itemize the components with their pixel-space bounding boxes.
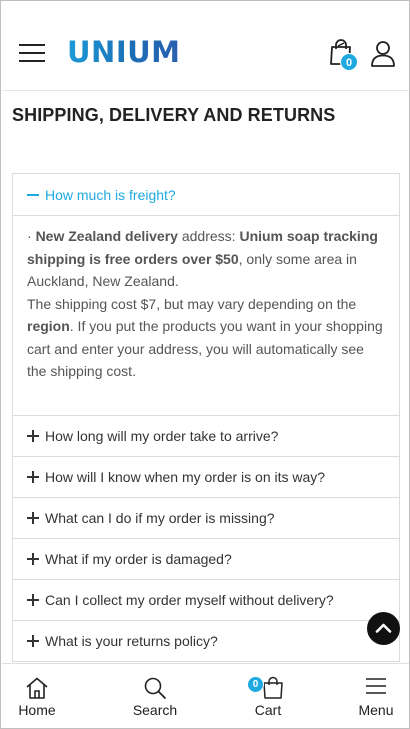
chevron-up-icon — [375, 623, 392, 633]
logo[interactable]: UNIUM — [67, 35, 181, 69]
faq-item: How will I know when my order is on its … — [13, 457, 399, 498]
nav-home[interactable]: Home — [1, 664, 77, 728]
header-cart-button[interactable]: 0 — [328, 38, 358, 71]
faq-item-open: How much is freight? · New Zealand deliv… — [13, 174, 399, 416]
nav-menu-label: Menu — [358, 702, 394, 718]
account-button[interactable] — [370, 40, 396, 67]
faq-question-arrival[interactable]: How long will my order take to arrive? — [13, 416, 399, 456]
plus-icon — [27, 429, 39, 442]
user-icon — [371, 41, 395, 67]
back-to-top-button[interactable] — [367, 612, 400, 645]
faq-question-collect[interactable]: Can I collect my order myself without de… — [13, 580, 399, 620]
faq-question-label: What is your returns policy? — [45, 632, 218, 649]
faq-question-damaged[interactable]: What if my order is damaged? — [13, 539, 399, 579]
faq-question-tracking[interactable]: How will I know when my order is on its … — [13, 457, 399, 497]
faq-answer-freight: · New Zealand delivery address: Unium so… — [13, 215, 399, 415]
minus-icon — [27, 189, 39, 201]
faq-item: What is your returns policy? — [13, 621, 399, 662]
faq-question-returns[interactable]: What is your returns policy? — [13, 621, 399, 661]
faq-item: What can I do if my order is missing? — [13, 498, 399, 539]
nav-cart[interactable]: 0 Cart — [228, 664, 308, 728]
faq-accordion: How much is freight? · New Zealand deliv… — [12, 173, 400, 662]
faq-question-freight[interactable]: How much is freight? — [13, 174, 399, 215]
faq-item: Can I collect my order myself without de… — [13, 580, 399, 621]
faq-item: How long will my order take to arrive? — [13, 416, 399, 457]
page-frame: UNIUM 0 SHIPPING, DELIVERY AND RETURNS H… — [0, 0, 410, 729]
nav-cart-count-badge: 0 — [247, 676, 264, 693]
nav-search[interactable]: Search — [115, 664, 195, 728]
faq-question-label: How long will my order take to arrive? — [45, 427, 279, 444]
shopping-bag-icon — [263, 676, 283, 699]
plus-icon — [27, 634, 39, 647]
faq-question-missing[interactable]: What can I do if my order is missing? — [13, 498, 399, 538]
faq-question-label: What can I do if my order is missing? — [45, 509, 275, 526]
page-title: SHIPPING, DELIVERY AND RETURNS — [12, 105, 336, 125]
faq-item: What if my order is damaged? — [13, 539, 399, 580]
plus-icon — [27, 511, 39, 524]
nav-cart-label: Cart — [254, 702, 282, 718]
faq-question-label: How will I know when my order is on its … — [45, 468, 326, 485]
nav-menu[interactable]: Menu — [336, 664, 409, 728]
home-icon — [26, 677, 48, 699]
nav-home-label: Home — [18, 702, 56, 718]
nav-search-label: Search — [132, 702, 178, 718]
header-cart-count-badge: 0 — [340, 53, 358, 71]
plus-icon — [27, 470, 39, 483]
faq-question-label: How much is freight? — [45, 186, 176, 203]
faq-question-label: What if my order is damaged? — [45, 550, 232, 567]
top-header: UNIUM 0 — [2, 2, 409, 91]
search-icon — [144, 677, 166, 699]
bottom-navigation: Home Search 0 Cart Menu — [1, 663, 409, 728]
hamburger-icon[interactable] — [19, 42, 45, 62]
plus-icon — [27, 593, 39, 606]
menu-icon — [366, 678, 386, 694]
faq-question-label: Can I collect my order myself without de… — [45, 591, 334, 608]
plus-icon — [27, 552, 39, 565]
